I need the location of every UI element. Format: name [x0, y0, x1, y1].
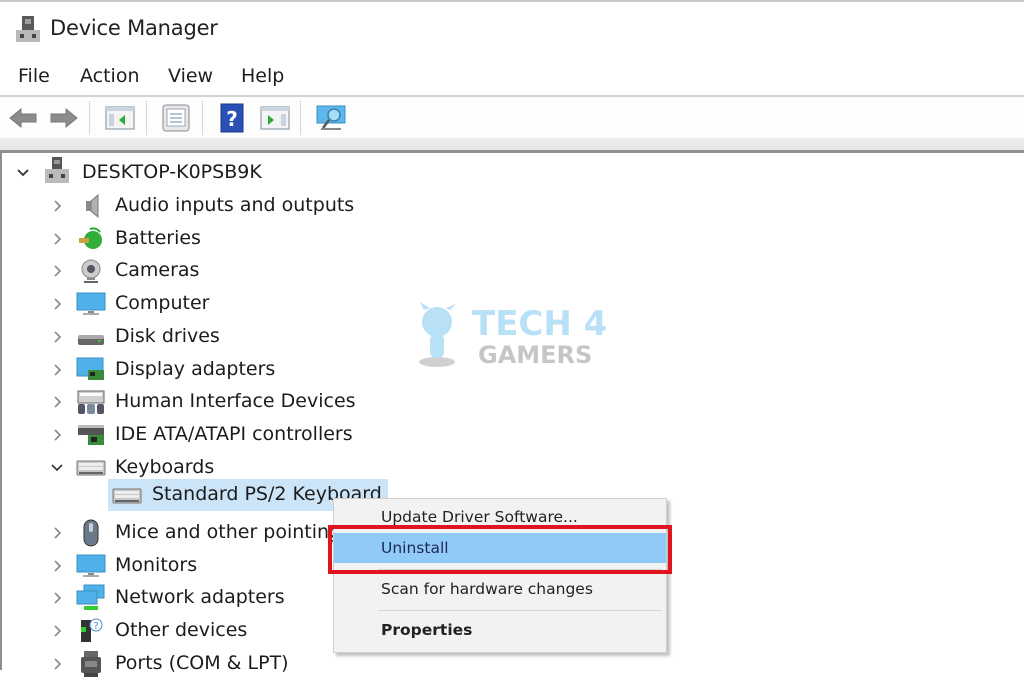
ide-controller-icon: [78, 424, 104, 445]
disk-drive-icon: [78, 334, 104, 345]
toolbar-separator: [89, 101, 90, 135]
toolbar-separator: [202, 101, 203, 135]
chevron-right-icon[interactable]: [50, 330, 64, 344]
chevron-right-icon[interactable]: [50, 657, 64, 671]
chevron-down-icon[interactable]: [50, 461, 64, 475]
menu-item-label: Scan for hardware changes: [381, 580, 593, 598]
category-label: Cameras: [115, 259, 200, 282]
toolbar-separator: [146, 101, 147, 135]
annotation-highlight-box: [328, 525, 672, 574]
speaker-icon: [86, 193, 99, 219]
tree-item-cameras[interactable]: Cameras: [2, 255, 422, 287]
menu-help[interactable]: Help: [241, 65, 284, 87]
chevron-right-icon[interactable]: [50, 428, 64, 442]
category-label: Disk drives: [115, 324, 220, 347]
title-bar: Device Manager: [0, 2, 1024, 54]
category-label: Display adapters: [115, 357, 276, 380]
properties-icon: [162, 104, 190, 132]
action-pane-icon: [260, 106, 290, 130]
category-label: Ports (COM & LPT): [115, 651, 289, 674]
chevron-right-icon[interactable]: [50, 199, 64, 213]
root-label: DESKTOP-K0PSB9K: [82, 161, 262, 183]
chevron-down-icon[interactable]: [16, 166, 30, 180]
scan-hardware-button[interactable]: [315, 103, 347, 133]
chevron-right-icon[interactable]: [50, 395, 64, 409]
device-manager-icon: [16, 16, 40, 42]
category-label: Computer: [115, 292, 210, 315]
forward-button[interactable]: [48, 103, 80, 133]
toolbar-bottom-band: [0, 138, 1024, 150]
display-adapter-icon: [76, 357, 104, 380]
category-label: Network adapters: [115, 586, 285, 609]
action-pane-button[interactable]: [259, 103, 291, 133]
chevron-right-icon[interactable]: [50, 264, 64, 278]
menu-item-label: Properties: [381, 621, 473, 639]
monitor-icon: [76, 554, 106, 577]
toolbar: ?: [0, 97, 1024, 139]
chevron-right-icon[interactable]: [50, 363, 64, 377]
chevron-right-icon[interactable]: [50, 526, 64, 540]
arrow-left-icon: [9, 107, 37, 129]
hid-icon: [77, 390, 105, 415]
menu-action[interactable]: Action: [80, 65, 140, 87]
help-button[interactable]: ?: [216, 103, 248, 133]
unknown-device-icon: ?: [81, 618, 103, 643]
category-label: Other devices: [115, 619, 248, 642]
monitor-icon: [76, 292, 106, 316]
port-icon: [81, 650, 101, 677]
menu-item-label: Update Driver Software...: [381, 508, 578, 526]
monitor-scan-icon: [316, 105, 346, 130]
svg-text:?: ?: [93, 621, 98, 632]
tree-item-computer[interactable]: Computer: [2, 288, 422, 320]
chevron-right-icon[interactable]: [50, 624, 64, 638]
menu-bar: File Action View Help: [0, 58, 1024, 96]
mouse-icon: [83, 519, 99, 547]
keyboard-icon: [76, 460, 106, 476]
computer-tower-icon: [45, 157, 69, 183]
window-title: Device Manager: [50, 16, 218, 40]
console-tree-button[interactable]: [104, 103, 136, 133]
category-label: Audio inputs and outputs: [115, 194, 355, 216]
menu-item-properties[interactable]: Properties: [334, 615, 666, 645]
svg-text:?: ?: [226, 107, 238, 131]
menu-separator: [378, 610, 662, 611]
tree-root-node[interactable]: DESKTOP-K0PSB9K: [2, 157, 402, 189]
chevron-right-icon[interactable]: [50, 232, 64, 246]
properties-button[interactable]: [160, 103, 192, 133]
context-menu: Update Driver Software... Uninstall Scan…: [333, 498, 667, 653]
tree-item-audio-inputs-and-outputs[interactable]: Audio inputs and outputs: [2, 190, 422, 222]
menu-item-scan-hardware[interactable]: Scan for hardware changes: [334, 574, 666, 604]
battery-icon: [79, 227, 102, 249]
chevron-right-icon[interactable]: [50, 591, 64, 605]
category-label: Batteries: [115, 226, 201, 249]
category-label: Keyboards: [115, 455, 215, 478]
webcam-icon: [81, 259, 101, 284]
tree-item-disk-drives[interactable]: Disk drives: [2, 321, 422, 353]
menu-file[interactable]: File: [18, 65, 50, 87]
chevron-right-icon[interactable]: [50, 297, 64, 311]
category-label: Human Interface Devices: [115, 390, 356, 413]
tree-item-ide-ata-atapi-controllers[interactable]: IDE ATA/ATAPI controllers: [2, 419, 422, 451]
category-label: IDE ATA/ATAPI controllers: [115, 422, 353, 445]
arrow-right-icon: [50, 107, 78, 129]
menu-view[interactable]: View: [168, 65, 213, 87]
toolbar-separator: [300, 101, 301, 135]
tree-item-display-adapters[interactable]: Display adapters: [2, 354, 422, 386]
tree-item-human-interface-devices[interactable]: Human Interface Devices: [2, 386, 422, 418]
keyboard-icon: [112, 488, 142, 504]
tree-item-batteries[interactable]: Batteries: [2, 223, 422, 255]
help-icon: ?: [220, 103, 244, 133]
category-label: Monitors: [115, 553, 198, 576]
chevron-right-icon[interactable]: [50, 559, 64, 573]
back-button[interactable]: [7, 103, 39, 133]
network-adapter-icon: [76, 584, 105, 611]
console-tree-icon: [105, 106, 135, 130]
